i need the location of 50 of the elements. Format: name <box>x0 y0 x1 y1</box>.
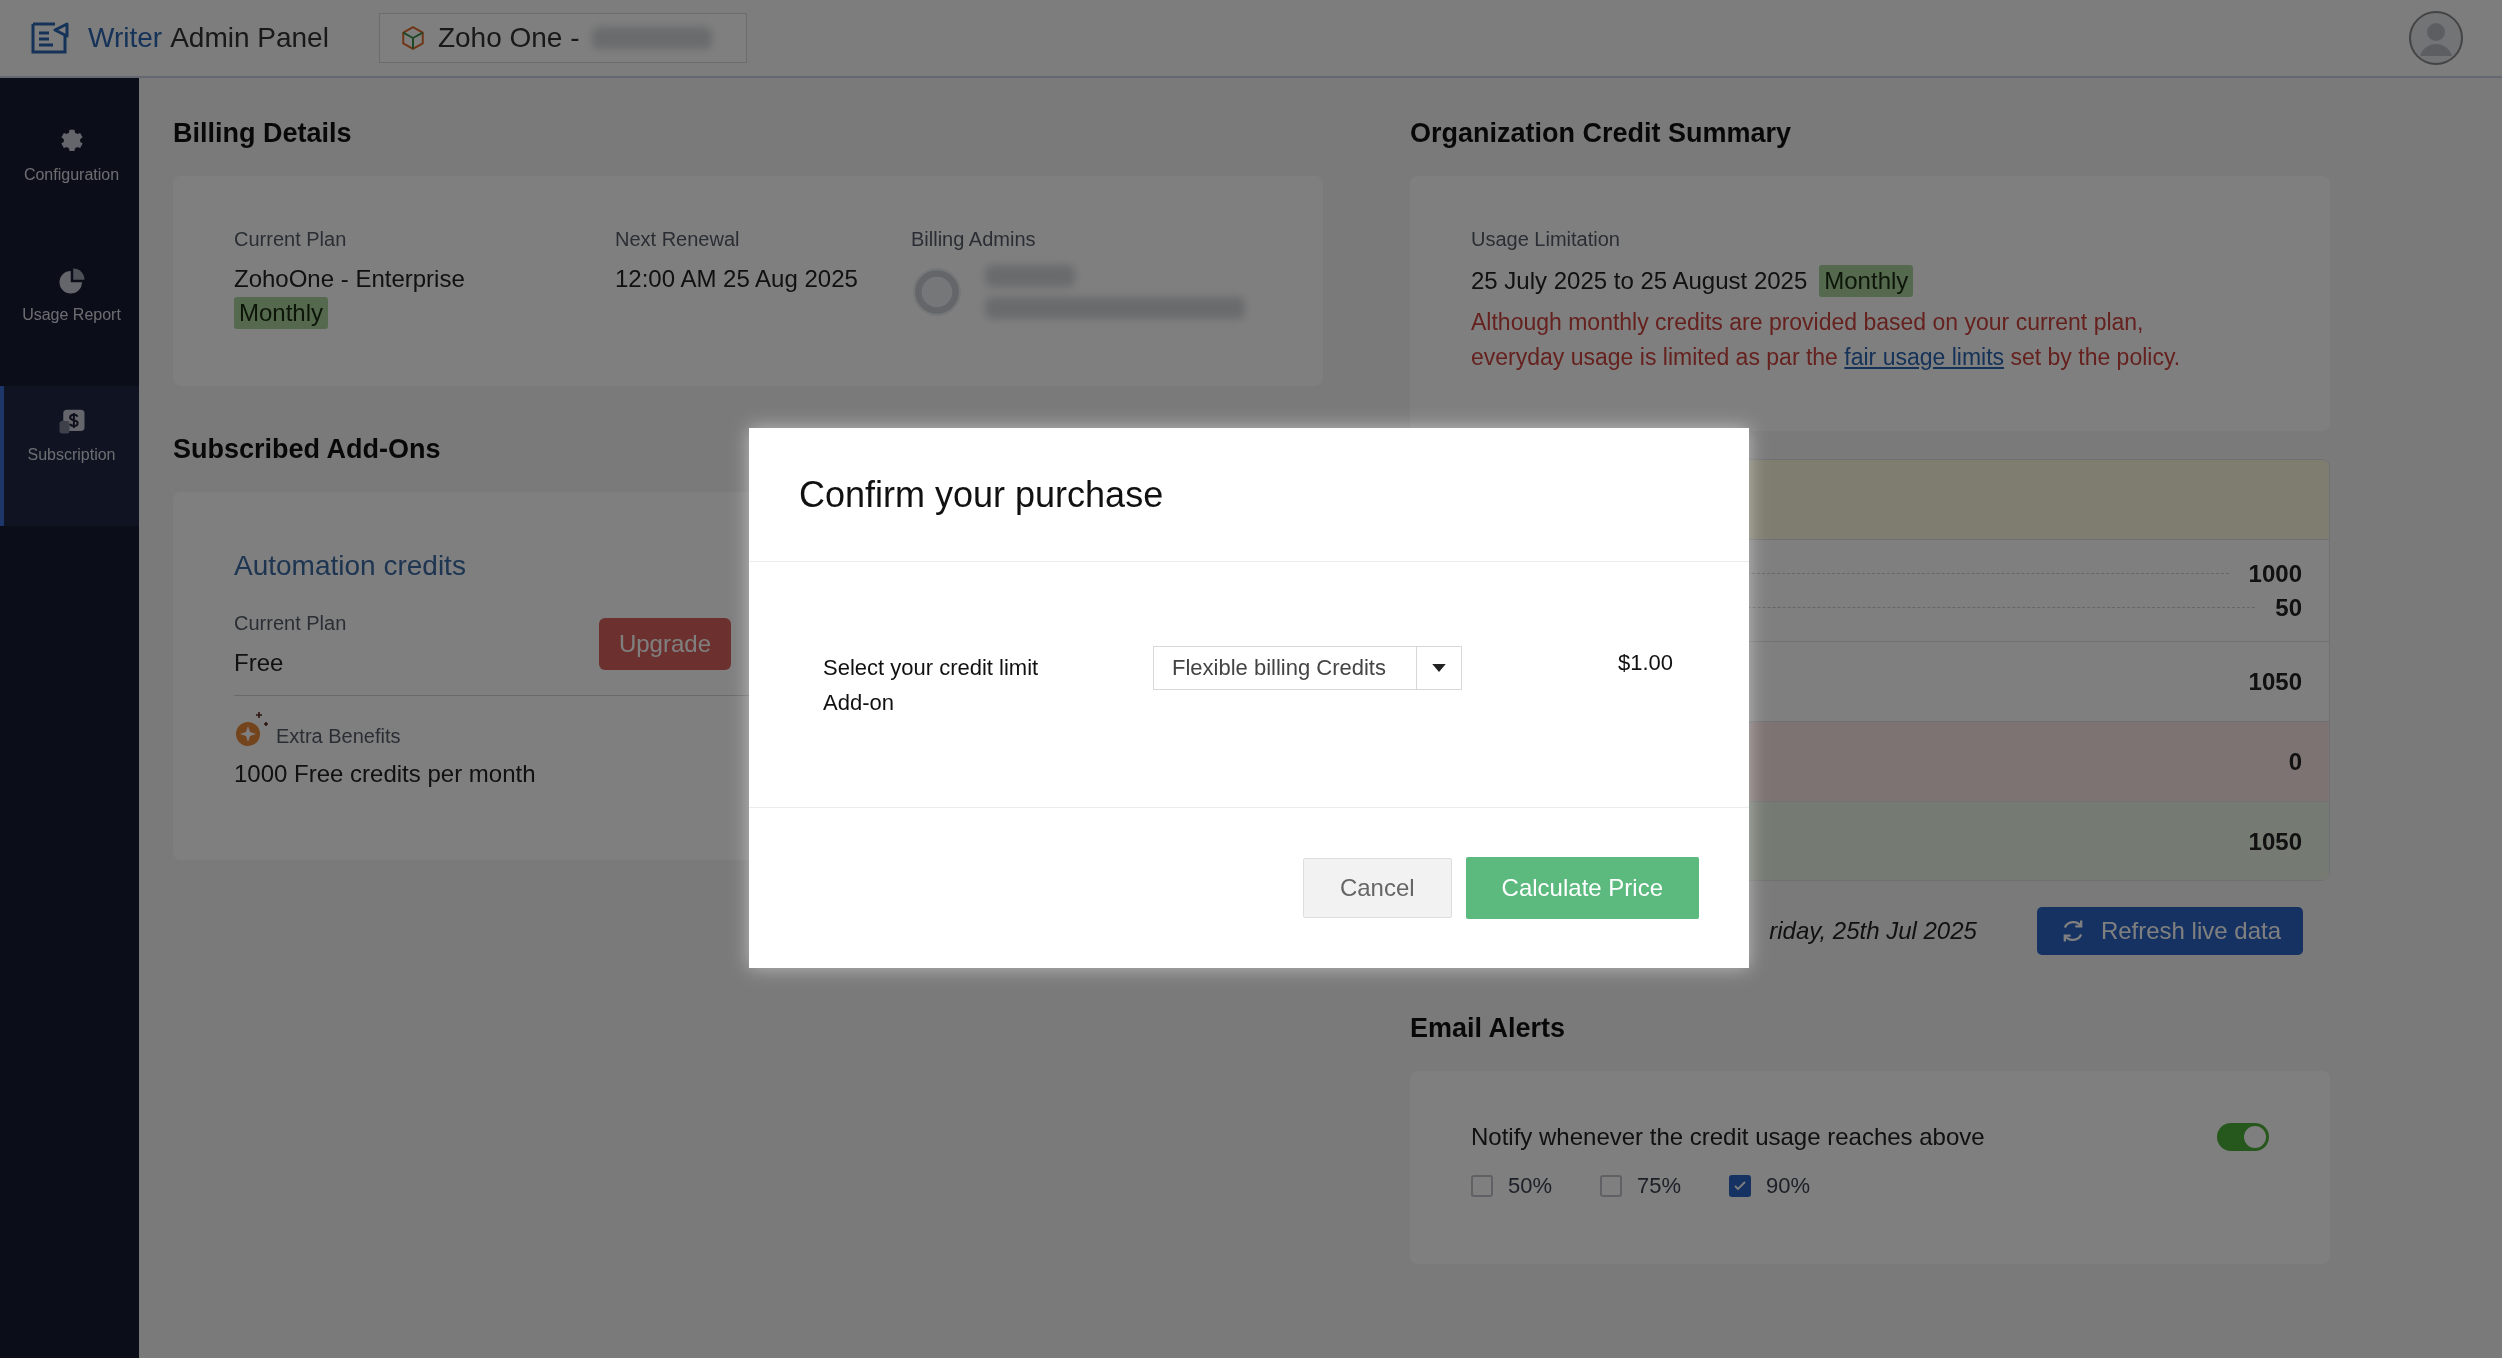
refresh-button[interactable]: Refresh live data <box>2036 907 2303 955</box>
alert-toggle[interactable] <box>2217 1123 2269 1151</box>
credit-value: 1050 <box>2248 828 2302 856</box>
app-title-accent: Writer <box>88 22 163 54</box>
field-label: Next Renewal <box>615 228 741 251</box>
document-logo-icon <box>30 21 70 55</box>
section-title: Billing Details <box>173 118 353 150</box>
benefit-text: 1000 Free credits per month <box>234 760 537 788</box>
credit-value: 1000 <box>2248 559 2302 588</box>
plan-badge: Monthly <box>234 297 329 329</box>
period-badge: Monthly <box>1819 265 1914 297</box>
addon-title: Automation credits <box>234 550 467 582</box>
sidebar-item[interactable]: Configuration <box>0 106 139 246</box>
section-title: Subscribed Add-Ons <box>173 434 442 466</box>
credit-value: 1050 <box>2248 667 2302 696</box>
threshold-checkbox[interactable]: 75% <box>1600 1173 1682 1199</box>
credits-dropdown[interactable]: Flexible billing Credits <box>1153 646 1462 690</box>
field-label: Current Plan <box>234 612 347 635</box>
field-label: Billing Admins <box>911 228 1037 251</box>
sidebar-item[interactable]: Subscription <box>0 386 139 526</box>
app-title: Admin Panel <box>170 22 329 54</box>
threshold-checkbox[interactable]: 50% <box>1471 1173 1553 1199</box>
notify-text: Notify whenever the credit usage reaches above <box>1471 1123 1985 1151</box>
section-title: Email Alerts <box>1410 1013 1567 1045</box>
user-avatar-icon[interactable] <box>2408 10 2464 66</box>
section-title: Organization Credit Summary <box>1410 118 1793 150</box>
price-text: $1.00 <box>1618 650 1674 676</box>
field-value: ZohoOne - Enterprise <box>234 265 466 293</box>
credit-value: 0 <box>2288 747 2302 776</box>
cancel-button[interactable]: Cancel <box>1302 858 1452 918</box>
threshold-checkbox[interactable]: 90% <box>1729 1173 1811 1199</box>
user-avatar-icon <box>911 266 963 318</box>
dialog-title: Confirm your purchase <box>799 473 1164 516</box>
org-switcher[interactable]: Zoho One - <box>378 13 747 63</box>
fair-usage-link[interactable]: fair usage limits <box>1844 344 2005 370</box>
field-label: Current Plan <box>234 228 348 251</box>
cube-icon <box>399 25 426 51</box>
sidebar-item[interactable]: Usage Report <box>0 246 139 386</box>
usage-notice: Although monthly credits are provided based on your current plan, everyday usage is limited as par the fair usage limits set by the policy. <box>1471 308 2182 372</box>
field-value: Free <box>234 649 285 677</box>
upgrade-button[interactable]: Upgrade <box>598 618 731 670</box>
last-updated-text: riday, 25th Jul 2025 <box>1769 917 1977 945</box>
caret-icon <box>1432 663 1446 673</box>
credit-value: 50 <box>2275 593 2302 622</box>
field-label: Usage Limitation <box>1471 228 1621 251</box>
field-value: 12:00 AM 25 Aug 2025 <box>615 265 859 293</box>
benefits-label: Extra Benefits <box>276 725 401 748</box>
calculate-button[interactable]: Calculate Price <box>1465 857 1699 919</box>
usage-period: 25 July 2025 to 25 August 2025 <box>1471 267 1808 295</box>
field-label: Select your credit limit Add-on <box>823 654 1040 717</box>
